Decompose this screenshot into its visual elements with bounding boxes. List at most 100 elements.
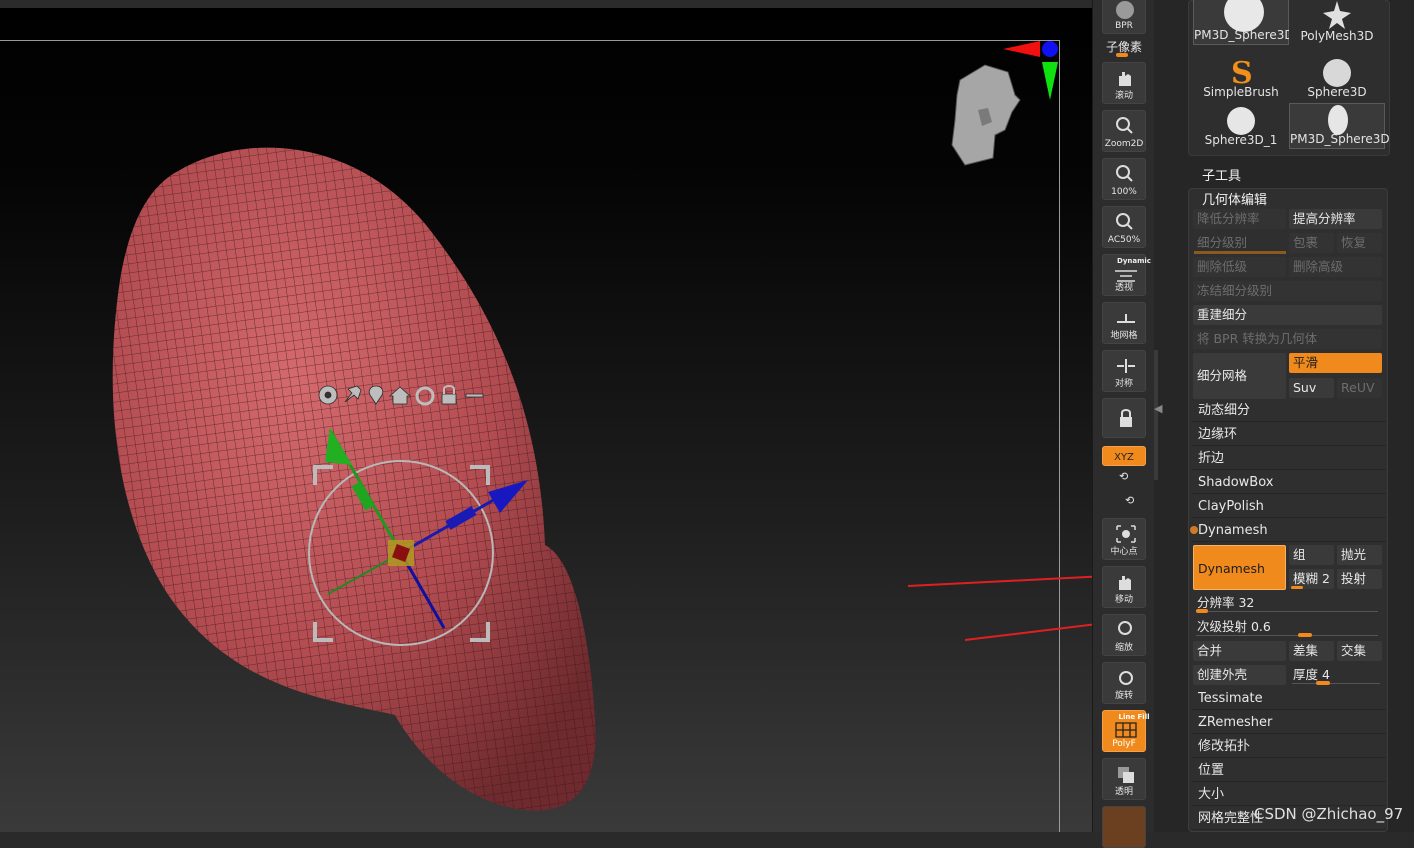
perspective-button[interactable]: Dynamic 透视: [1102, 254, 1151, 296]
dynamesh-row[interactable]: Dynamesh: [1192, 520, 1386, 542]
zoom2d-button[interactable]: Zoom2D: [1102, 110, 1146, 152]
zremesher-row[interactable]: ZRemesher: [1192, 712, 1386, 734]
tool-name: SimpleBrush: [1203, 85, 1279, 99]
project-toggle[interactable]: 投射: [1337, 569, 1382, 589]
xyz-button[interactable]: XYZ: [1102, 446, 1146, 466]
symmetry-arrows-icon: [1117, 359, 1135, 373]
dynamic-subdiv-row[interactable]: 动态细分: [1192, 400, 1386, 422]
rebuild-subdivision-button[interactable]: 重建细分: [1193, 305, 1382, 325]
tool-thumb-polymesh3d[interactable]: PolyMesh3D: [1289, 0, 1385, 45]
scroll-button[interactable]: 滚动: [1102, 62, 1146, 104]
transparency-button[interactable]: 透明: [1102, 758, 1146, 800]
rotate-button[interactable]: 旋转: [1102, 662, 1146, 704]
ghost-button[interactable]: [1102, 806, 1146, 848]
thickness-track: [1292, 683, 1380, 684]
dynamesh-button[interactable]: Dynamesh: [1193, 545, 1286, 590]
bpr-label: BPR: [1115, 21, 1133, 31]
orientation-head-icon[interactable]: [951, 64, 1021, 166]
rotate-icon: [1119, 671, 1133, 685]
polyframe-grid-icon: [1115, 722, 1137, 738]
subtool-header[interactable]: 子工具: [1202, 165, 1241, 184]
watermark: CSDN @Zhichao_97: [1254, 805, 1404, 823]
actual-size-button[interactable]: 100%: [1102, 158, 1146, 200]
subpixel-slider[interactable]: [1116, 53, 1128, 57]
groups-toggle[interactable]: 组: [1289, 545, 1334, 565]
suv-toggle[interactable]: Suv: [1289, 378, 1334, 398]
lower-res-button[interactable]: 降低分辨率: [1193, 209, 1286, 229]
freeze-subdivision-button[interactable]: 冻结细分级别: [1193, 281, 1382, 301]
tool-thumb-simplebrush[interactable]: S SimpleBrush: [1193, 55, 1289, 101]
subtract-button[interactable]: 差集: [1289, 641, 1334, 661]
tool-thumb-sphere3d[interactable]: Sphere3D: [1289, 55, 1385, 101]
move-button[interactable]: 移动: [1102, 566, 1146, 608]
edge-loop-row[interactable]: 边缘环: [1192, 424, 1386, 446]
subproject-knob[interactable]: [1298, 633, 1312, 637]
reuv-toggle[interactable]: ReUV: [1337, 378, 1382, 398]
transparency-icon: [1118, 767, 1134, 783]
smooth-toggle[interactable]: 平滑: [1289, 353, 1382, 373]
position-row[interactable]: 位置: [1192, 760, 1386, 782]
sdiv-track: [1194, 251, 1286, 254]
collapse-icon[interactable]: [465, 393, 484, 398]
create-shell-button[interactable]: 创建外壳: [1193, 665, 1286, 685]
tool-thumb-pm3d-sphere-active[interactable]: PM3D_Sphere3D: [1289, 103, 1390, 149]
tool-name: PM3D_Sphere3D: [1194, 28, 1294, 42]
claypolish-row[interactable]: ClayPolish: [1192, 496, 1386, 518]
polish-toggle[interactable]: 抛光: [1337, 545, 1382, 565]
higher-res-button[interactable]: 提高分辨率: [1289, 209, 1382, 229]
modify-topology-row[interactable]: 修改拓扑: [1192, 736, 1386, 758]
thickness-knob[interactable]: [1316, 681, 1330, 685]
add-button[interactable]: 合并: [1193, 641, 1286, 661]
center-point-label: 中心点: [1110, 547, 1138, 557]
scroll-label: 滚动: [1114, 91, 1133, 101]
annotation-arrows: [907, 575, 1092, 641]
tool-name: Sphere3D_1: [1204, 133, 1278, 147]
floor-grid-button[interactable]: 地网格: [1102, 302, 1146, 344]
shadowbox-row[interactable]: ShadowBox: [1192, 472, 1386, 494]
tessimate-row[interactable]: Tessimate: [1192, 688, 1386, 710]
transparency-label: 透明: [1114, 787, 1133, 797]
delete-lower-button[interactable]: 删除低级: [1193, 257, 1286, 277]
center-point-button[interactable]: 中心点: [1102, 518, 1146, 560]
y-rotation-icon[interactable]: ⟲: [1119, 470, 1128, 483]
collapse-arrow-icon[interactable]: ◀: [1154, 402, 1162, 415]
tool-thumb-pm3d-sphere[interactable]: PM3D_Sphere3D: [1193, 0, 1294, 45]
blur-slider-knob[interactable]: [1291, 586, 1303, 589]
divide-button[interactable]: 细分网格: [1193, 353, 1286, 399]
delete-higher-button[interactable]: 删除高级: [1289, 257, 1382, 277]
size-row[interactable]: 大小: [1192, 784, 1386, 806]
3d-viewport[interactable]: [0, 0, 1092, 832]
hand-icon: [1119, 576, 1131, 590]
resolution-knob[interactable]: [1196, 609, 1208, 613]
sculpt-mesh[interactable]: [112, 147, 596, 811]
polyframe-button[interactable]: Line Fill PolyF: [1102, 710, 1150, 752]
reconstruct-button[interactable]: 包裹: [1289, 233, 1334, 253]
hand-icon: [1119, 72, 1131, 86]
thickness-slider[interactable]: 厚度 4: [1289, 665, 1382, 685]
z-rotation-icon[interactable]: ⟲: [1125, 494, 1134, 507]
shelf-scroll-strip: ◀: [1154, 0, 1184, 832]
perspective-label: 透视: [1114, 283, 1133, 293]
subproject-slider[interactable]: 次级投射 0.6: [1193, 617, 1382, 637]
crease-row[interactable]: 折边: [1192, 448, 1386, 470]
sdiv-slider[interactable]: 细分级别: [1193, 233, 1286, 253]
tool-thumbnails: PM3D_Sphere3D PolyMesh3D S SimpleBrush S…: [1188, 0, 1390, 156]
symmetry-button[interactable]: 对称: [1102, 350, 1146, 392]
shelf-scrollbar[interactable]: [1154, 350, 1158, 480]
restore-button[interactable]: 恢复: [1337, 233, 1382, 253]
local-lock-button[interactable]: [1102, 398, 1146, 438]
magnifier-icon: [1116, 117, 1133, 134]
bpr-sphere-icon: [1116, 1, 1134, 19]
resolution-slider[interactable]: 分辨率 32: [1193, 593, 1382, 613]
scale-button[interactable]: 缩放: [1102, 614, 1146, 656]
antialiased-half-button[interactable]: AC50%: [1102, 206, 1146, 248]
geometry-header[interactable]: 几何体编辑: [1202, 189, 1267, 208]
floor-grid-label: 地网格: [1110, 331, 1138, 341]
magnifier-icon: [1118, 621, 1132, 635]
gear-icon[interactable]: [318, 385, 338, 405]
bpr-to-geometry-button[interactable]: 将 BPR 转换为几何体: [1193, 329, 1382, 349]
tool-thumb-sphere3d-1[interactable]: Sphere3D_1: [1193, 103, 1289, 149]
dynamesh-indicator-dot: [1190, 526, 1198, 534]
intersect-button[interactable]: 交集: [1337, 641, 1382, 661]
bpr-button[interactable]: BPR: [1102, 0, 1146, 34]
